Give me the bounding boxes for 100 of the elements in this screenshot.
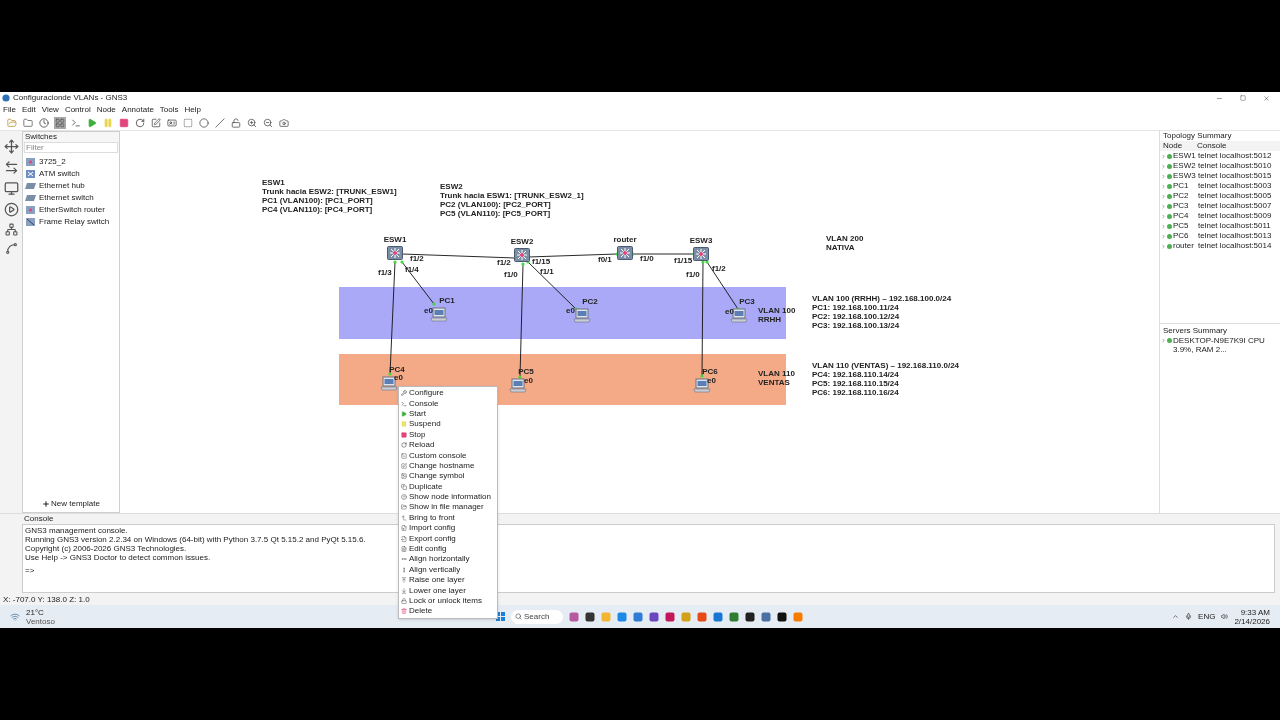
menu-item[interactable]: Start — [399, 408, 497, 420]
menu-item[interactable]: File — [3, 105, 16, 114]
menu-item[interactable]: Delete — [399, 606, 497, 617]
volume-icon[interactable] — [1221, 613, 1229, 620]
menu-item[interactable]: Edit — [21, 105, 36, 114]
menu-item[interactable]: Tools — [159, 105, 179, 114]
laptop-icon[interactable] — [573, 308, 591, 323]
switch-icon[interactable] — [387, 246, 403, 260]
panel-title: Console — [23, 514, 55, 524]
summary-row[interactable]: PC6 telnet localhost:5013 — [1160, 231, 1280, 241]
note-icon[interactable] — [150, 116, 162, 129]
template-item[interactable]: Ethernet switch — [23, 192, 119, 204]
terminal-icon[interactable] — [70, 116, 82, 129]
line-icon[interactable] — [214, 116, 226, 129]
filter-field[interactable]: Filter — [24, 142, 118, 153]
console-output[interactable] — [22, 524, 1275, 593]
summary-row[interactable]: router telnet localhost:5014 — [1160, 241, 1280, 251]
link-line[interactable] — [631, 252, 696, 256]
switch-icon[interactable] — [693, 247, 709, 261]
reload-icon[interactable] — [134, 116, 146, 129]
port-label: e0 — [566, 307, 575, 315]
ellipse-icon[interactable] — [198, 116, 210, 129]
summary-row[interactable]: ESW3 telnet localhost:5015 — [1160, 171, 1280, 181]
summary-row[interactable]: PC3 telnet localhost:5007 — [1160, 201, 1280, 211]
menu-item[interactable]: Node — [96, 105, 116, 114]
menu-item[interactable]: Show node information — [399, 491, 497, 503]
summary-row[interactable]: PC1 telnet localhost:5003 — [1160, 181, 1280, 191]
unlock-icon[interactable] — [230, 116, 242, 129]
menu-item[interactable]: Lower one layer — [399, 585, 497, 596]
menu-item[interactable]: Show in file manager — [399, 502, 497, 513]
end-device-icon[interactable] — [3, 181, 19, 196]
maximize-icon[interactable] — [1240, 95, 1246, 101]
port-label: f1/2 — [410, 255, 424, 263]
template-item[interactable]: 3725_2 — [23, 156, 119, 168]
menu-item[interactable]: Import config — [399, 523, 497, 534]
menu-item[interactable]: Export config — [399, 533, 497, 544]
microphone-icon[interactable] — [1185, 613, 1193, 620]
zoom-in-icon[interactable] — [246, 116, 258, 129]
summary-row[interactable]: PC4 telnet localhost:5009 — [1160, 211, 1280, 221]
folder-icon[interactable] — [22, 116, 34, 129]
menu-item[interactable]: Stop — [399, 429, 497, 440]
port-label: f1/0 — [640, 255, 654, 263]
menu-item[interactable]: Console — [399, 398, 497, 409]
menu-item[interactable]: Control — [64, 105, 91, 114]
arrow-down-icon — [401, 587, 407, 594]
weather-icon[interactable] — [10, 611, 20, 622]
new-template-button[interactable]: New template — [42, 498, 100, 510]
summary-row[interactable]: ESW2 telnet localhost:5010 — [1160, 161, 1280, 171]
language-text[interactable]: ENG — [1198, 610, 1216, 623]
menu-item[interactable]: Raise one layer — [399, 575, 497, 586]
menu-item[interactable]: Change symbol — [399, 471, 497, 482]
arrow-icon — [401, 514, 407, 521]
note-text: VLAN 110 (VENTAS) – 192.168.110.0/24 PC4: 192.168.110.14/24 PC5: 192.168.110.15/24 PC6: 192.168.110.16/24 — [812, 361, 960, 397]
menu-item[interactable]: Reload — [399, 439, 497, 451]
template-item[interactable]: Ethernet hub — [23, 180, 119, 192]
close-icon[interactable] — [1263, 94, 1270, 102]
menu-item[interactable]: Align vertically — [399, 564, 497, 576]
switch-icon[interactable] — [514, 248, 530, 262]
menu-item[interactable]: Edit config — [399, 543, 497, 555]
server-row[interactable]: DESKTOP-N9E7K9I CPU 3.9%, RAM 2... — [1160, 336, 1280, 354]
taskbar-app-icon[interactable] — [777, 611, 787, 622]
port-label: f1/4 — [405, 266, 419, 274]
terminal-icon — [401, 400, 407, 407]
menu-item[interactable]: Duplicate — [399, 481, 497, 492]
summary-row[interactable]: ESW1 telnet localhost:5012 — [1160, 151, 1280, 161]
menu-item[interactable]: Change hostname — [399, 460, 497, 472]
taskbar-app-icon[interactable] — [745, 611, 755, 622]
menu-item[interactable]: Help — [184, 105, 201, 114]
status-text: X: -707.0 Y: 138.0 Z: 1.0 — [3, 596, 90, 604]
stop-icon[interactable] — [118, 116, 130, 129]
chevron-up-icon[interactable] — [1172, 613, 1180, 620]
switch-icon[interactable] — [617, 246, 633, 260]
play-icon[interactable] — [86, 116, 98, 129]
menu-item[interactable]: Lock or unlock items — [399, 595, 497, 607]
grid-icon[interactable] — [54, 116, 66, 129]
menu-item[interactable]: Bring to front — [399, 512, 497, 524]
taskbar-app-icon[interactable] — [585, 611, 595, 622]
menu-item[interactable]: View — [41, 105, 59, 114]
clock-icon[interactable] — [38, 116, 50, 129]
picture-icon[interactable] — [166, 116, 178, 129]
template-item[interactable]: EtherSwitch router — [23, 204, 119, 216]
summary-row[interactable]: PC2 telnet localhost:5005 — [1160, 191, 1280, 201]
node-label: ESW1 — [383, 236, 407, 244]
menu-item[interactable]: Annotate — [121, 105, 154, 114]
menu-item[interactable]: Suspend — [399, 419, 497, 430]
link-line[interactable] — [400, 252, 517, 260]
summary-row[interactable]: PC5 telnet localhost:5011 — [1160, 221, 1280, 231]
link-line[interactable] — [400, 260, 436, 306]
node-label: ESW3 — [689, 237, 713, 245]
template-item[interactable]: Frame Relay switch — [23, 216, 119, 228]
app-icon — [2, 94, 10, 102]
column-header: Console — [1197, 141, 1227, 151]
camera-icon[interactable] — [278, 116, 290, 129]
menu-item[interactable]: Custom console — [399, 450, 497, 461]
menu-item[interactable]: Align horizontally — [399, 554, 497, 565]
menu-item[interactable]: Configure — [399, 388, 497, 399]
note-text: ESW1 Trunk hacia ESW2: [TRUNK_ESW1] PC1 (VLAN100): [PC1_PORT] PC4 (VLAN110): [PC4_PORT] — [262, 178, 397, 214]
template-item[interactable]: ATM switch — [23, 168, 119, 180]
search-field[interactable]: Search — [511, 609, 563, 624]
zoom-out-icon[interactable] — [262, 116, 274, 129]
